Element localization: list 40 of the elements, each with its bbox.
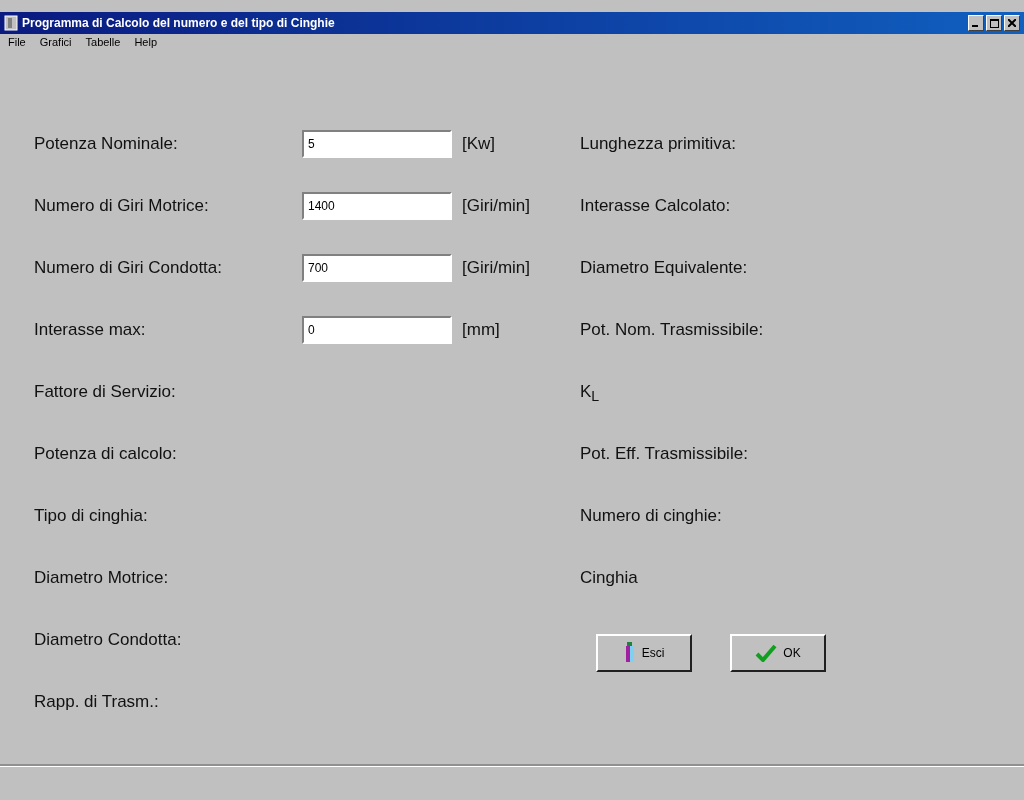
- field-label: Diametro Motrice:: [34, 567, 170, 588]
- result-label: Pot. Nom. Trasmissibile:: [580, 319, 764, 340]
- field-label: Rapp. di Trasm.:: [34, 691, 160, 712]
- exit-button[interactable]: Esci: [596, 634, 692, 672]
- menu-item[interactable]: Grafici: [39, 36, 72, 52]
- result-label: Cinghia: [580, 567, 638, 588]
- menu-item[interactable]: File: [8, 36, 26, 52]
- maximize-button[interactable]: [986, 15, 1002, 31]
- result-label: Interasse Calcolato:: [580, 195, 731, 216]
- result-label: Numero di cinghie:: [580, 505, 722, 526]
- unit-label: [Giri/min]: [462, 195, 530, 216]
- field-label: Potenza Nominale:: [34, 133, 179, 154]
- field-label: Numero di Giri Motrice:: [34, 195, 210, 216]
- unit-label: [Kw]: [462, 133, 496, 154]
- close-icon: [1008, 19, 1016, 27]
- unit-label: [Giri/min]: [462, 257, 530, 278]
- app-icon: [4, 15, 18, 31]
- input-field[interactable]: 5: [302, 130, 452, 158]
- field-label: Fattore di Servizio:: [34, 381, 177, 402]
- menu-item[interactable]: Tabelle: [85, 36, 121, 52]
- input-field[interactable]: 1400: [302, 192, 452, 220]
- result-label: Pot. Eff. Trasmissibile:: [580, 443, 748, 464]
- menu-item[interactable]: Help: [134, 36, 157, 52]
- result-label: Lunghezza primitiva:: [580, 133, 736, 154]
- unit-label: [mm]: [462, 319, 500, 340]
- field-label: Interasse max:: [34, 319, 147, 340]
- field-label: Potenza di calcolo:: [34, 443, 178, 464]
- maximize-icon: [989, 18, 999, 28]
- field-label: Tipo di cinghia:: [34, 505, 149, 526]
- window-title: Programma di Calcolo del numero e del tipo di Cinghie: [22, 16, 335, 30]
- ok-button[interactable]: OK: [730, 634, 826, 672]
- checkmark-icon: [755, 644, 778, 662]
- close-button[interactable]: [1004, 15, 1020, 31]
- field-label: Diametro Condotta:: [34, 629, 183, 650]
- result-label: K$_{L}$: [580, 381, 600, 405]
- input-field[interactable]: 700: [302, 254, 452, 282]
- minimize-button[interactable]: [968, 15, 984, 31]
- field-label: Numero di Giri Condotta:: [34, 257, 224, 278]
- result-label: Diametro Equivalente:: [580, 257, 748, 278]
- input-field[interactable]: 0: [302, 316, 452, 344]
